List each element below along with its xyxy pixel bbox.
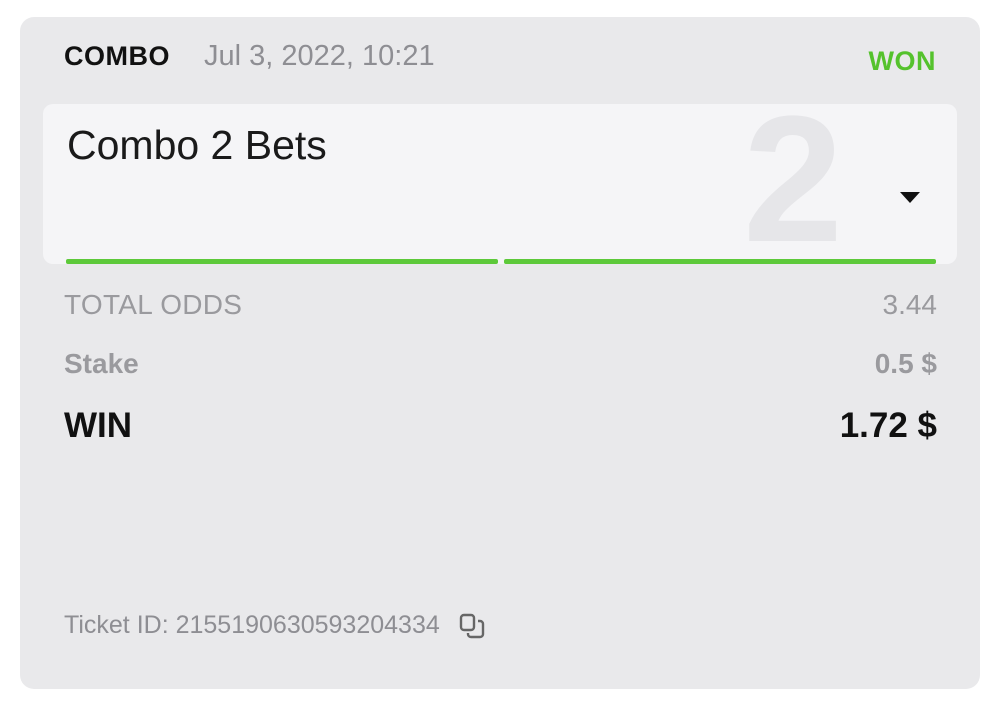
leg-progress-segment (504, 259, 936, 264)
ticket-id: Ticket ID: 2155190630593204334 (64, 611, 440, 639)
win-value: 1.72 $ (839, 406, 937, 445)
bet-card: COMBO Jul 3, 2022, 10:21 WON 2 Combo 2 B… (20, 17, 980, 689)
combo-title: Combo 2 Bets (67, 122, 327, 168)
stake-label: Stake (64, 348, 139, 379)
bet-datetime: Jul 3, 2022, 10:21 (204, 40, 435, 72)
status-badge: WON (868, 46, 936, 76)
legs-progress (66, 259, 936, 264)
combo-toggle[interactable]: 2 Combo 2 Bets (43, 104, 957, 264)
total-odds-label: TOTAL ODDS (64, 289, 243, 320)
combo-count-watermark: 2 (743, 104, 844, 264)
bet-type-label: COMBO (64, 41, 170, 71)
caret-down-icon[interactable] (900, 192, 920, 203)
copy-icon[interactable] (458, 612, 486, 640)
stake-value: 0.5 $ (874, 348, 937, 379)
total-odds-value: 3.44 (882, 289, 938, 320)
win-label: WIN (64, 406, 133, 445)
leg-progress-segment (66, 259, 498, 264)
ticket-id-row: Ticket ID: 2155190630593204334 (64, 611, 486, 640)
